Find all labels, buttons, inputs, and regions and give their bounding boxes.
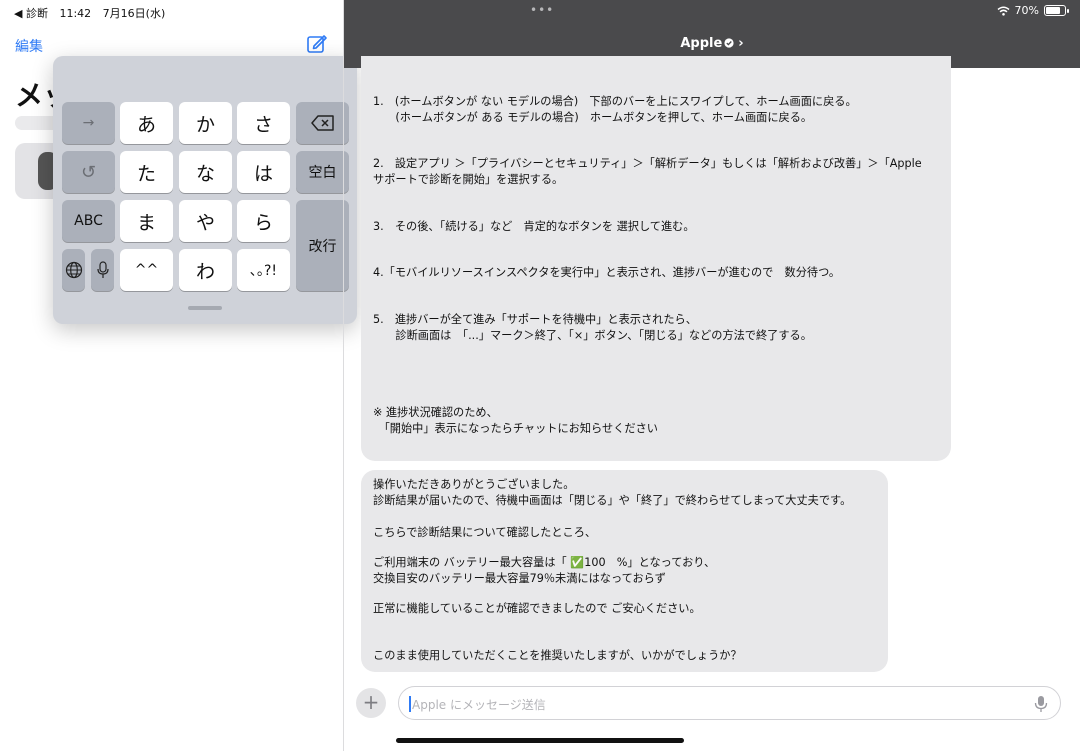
- key-ma[interactable]: ま: [120, 200, 173, 242]
- pane-divider: [343, 0, 344, 751]
- message-line: 1. (ホームボタンが ない モデルの場合) 下部のバーを上にスワイプして、ホー…: [373, 95, 857, 108]
- space-key[interactable]: 空白: [296, 151, 349, 193]
- message-line: 交換目安のバッテリー最大容量79％未満にはなっておらず: [373, 572, 666, 585]
- key-ta[interactable]: た: [120, 151, 173, 193]
- multitasking-dots-icon[interactable]: •••: [530, 3, 554, 17]
- key-a[interactable]: あ: [120, 102, 173, 144]
- message-line: 5. 進捗バーが全て進み「サポートを待機中」と表示されたら、: [373, 313, 697, 326]
- message-line: ※ 進捗状況確認のため、: [373, 406, 498, 419]
- key-kaomoji[interactable]: ^^: [120, 249, 173, 291]
- key-arrow[interactable]: →: [62, 102, 115, 144]
- conversation-list-pane: ◀ 診断 11:42 7月16日(水) 編集 メッ → あ か さ ↺ た な …: [0, 0, 357, 751]
- chevron-right-icon: ›: [738, 36, 744, 51]
- key-ra[interactable]: ら: [237, 200, 290, 242]
- return-key[interactable]: 改行: [296, 200, 349, 291]
- message-line: ご利用端末の バッテリー最大容量は「 ✅100 %」となっており、: [373, 556, 716, 569]
- key-ka[interactable]: か: [179, 102, 232, 144]
- message-line: 4.「モバイルリソースインスペクタを実行中」と表示され、進捗バーが進むので 数分…: [373, 266, 841, 279]
- key-na[interactable]: な: [179, 151, 232, 193]
- mic-icon: [96, 261, 109, 278]
- chat-title[interactable]: Apple ›: [344, 36, 1080, 51]
- battery-icon: [1044, 5, 1069, 16]
- message-line: このまま使用していただくことを推奨いたしますが、いかがでしょうか？: [373, 649, 742, 662]
- back-to-app-link[interactable]: ◀ 診断: [14, 7, 48, 20]
- floating-keyboard: → あ か さ ↺ た な は 空白 ABC ま や ら 改行 ^^ わ ､｡?…: [53, 56, 357, 324]
- status-date: 7月16日(水): [102, 7, 166, 20]
- compose-icon[interactable]: [306, 33, 328, 55]
- text-caret: [409, 696, 411, 712]
- key-punctuation[interactable]: ､｡?!: [237, 249, 290, 291]
- status-bar-left: ◀ 診断 11:42 7月16日(水): [14, 5, 173, 21]
- key-ha[interactable]: は: [237, 151, 290, 193]
- message-line: サポートで診断を開始」を選択する。: [373, 173, 564, 186]
- backspace-icon: [310, 115, 334, 131]
- wifi-icon: [997, 6, 1010, 16]
- chat-title-text: Apple: [680, 36, 723, 51]
- home-indicator[interactable]: [396, 738, 684, 743]
- message-line: 診断画面は 「...」マーク＞終了、「×」ボタン、「閉じる」などの方法で終了する…: [373, 329, 812, 342]
- add-attachment-button[interactable]: +: [356, 688, 386, 718]
- message-line: 操作いただきありがとうございました。: [373, 478, 575, 491]
- key-sa[interactable]: さ: [237, 102, 290, 144]
- message-line: 正常に機能していることが確認できましたので ご安心ください。: [373, 602, 701, 615]
- message-line: こちらで診断結果について確認したところ、: [373, 526, 597, 539]
- message-line: 診断結果が届いたので、待機中画面は「閉じる」や「終了」で終わらせてしまって大丈夫…: [373, 494, 852, 507]
- message-bubble-instructions: 1. (ホームボタンが ない モデルの場合) 下部のバーを上にスワイプして、ホー…: [361, 56, 951, 461]
- keyboard-drag-handle[interactable]: [188, 306, 222, 310]
- edit-button[interactable]: 編集: [15, 36, 43, 56]
- message-input-placeholder: Apple にメッセージ送信: [412, 698, 546, 712]
- undo-key[interactable]: ↺: [62, 151, 115, 193]
- message-line: 「開始中」表示になったらチャットにお知らせください: [373, 422, 658, 435]
- composer-bar: + Apple にメッセージ送信: [344, 680, 1080, 730]
- globe-key[interactable]: [62, 249, 85, 291]
- battery-percent: 70%: [1014, 4, 1039, 17]
- message-line: 2. 設定アプリ ＞「プライバシーとセキュリティ」＞「解析データ」もしくは「解析…: [373, 157, 922, 170]
- key-ya[interactable]: や: [179, 200, 232, 242]
- message-input[interactable]: Apple にメッセージ送信: [398, 686, 1061, 720]
- mic-key[interactable]: [91, 249, 114, 291]
- abc-key[interactable]: ABC: [62, 200, 115, 242]
- message-line: 3. その後、「続ける」など 肯定的なボタンを 選択して進む。: [373, 220, 695, 233]
- status-time: 11:42: [59, 7, 92, 20]
- dictation-mic-icon[interactable]: [1034, 695, 1048, 713]
- key-wa[interactable]: わ: [179, 249, 232, 291]
- verified-badge-icon: [724, 38, 734, 48]
- message-bubble-diagnosis: 操作いただきありがとうございました。 診断結果が届いたので、待機中画面は「閉じる…: [361, 470, 888, 672]
- backspace-key[interactable]: [296, 102, 349, 144]
- battery-level: [1046, 7, 1060, 14]
- status-bar-right: 70%: [997, 4, 1069, 17]
- globe-icon: [65, 261, 82, 279]
- message-line: (ホームボタンが ある モデルの場合) ホームボタンを押して、ホーム画面に戻る。: [373, 111, 813, 124]
